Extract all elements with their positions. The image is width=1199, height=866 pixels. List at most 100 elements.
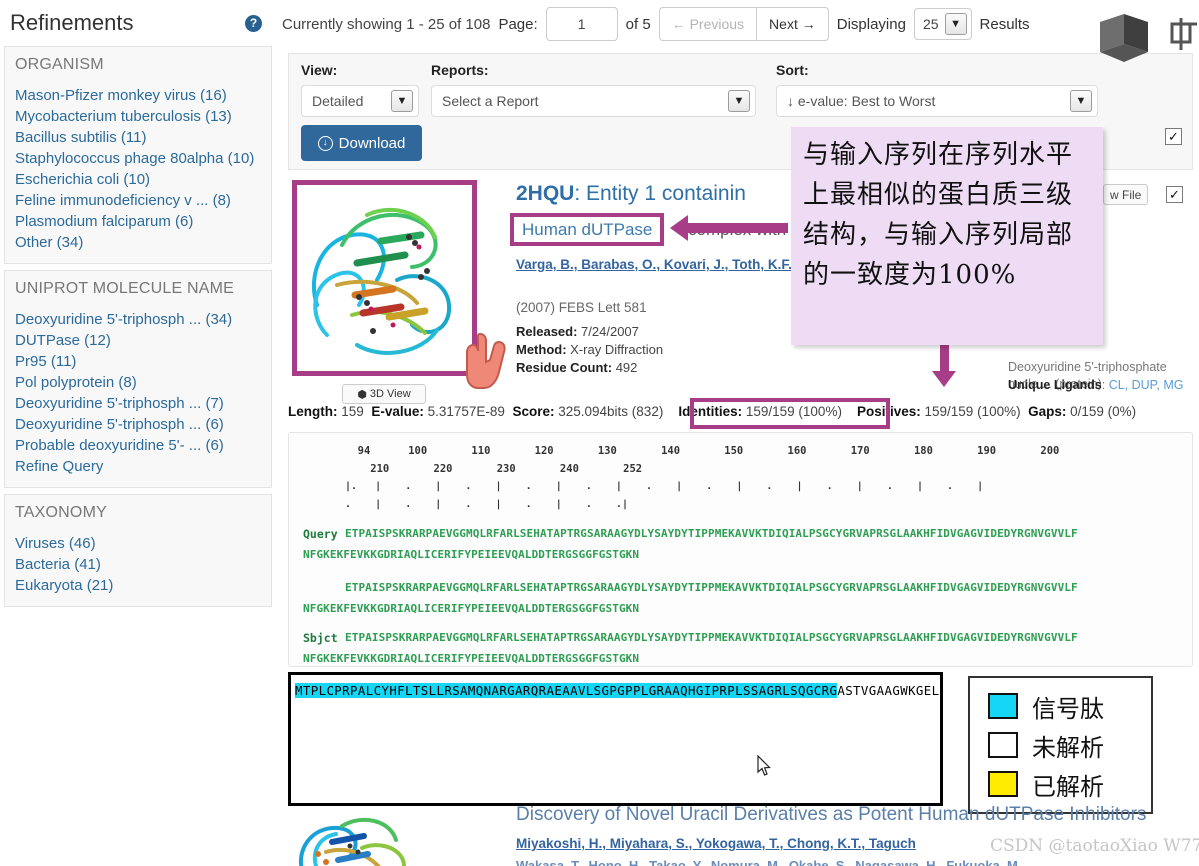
ruler-ticks-top: |. | . | . | . | . | . | . | . | . | . |… (345, 481, 984, 492)
sidebar-item-organism-7[interactable]: Other (34) (15, 232, 261, 253)
method-value: X-ray Diffraction (570, 342, 664, 357)
entry-pdb-id: 2HQU (516, 182, 575, 205)
download-button[interactable]: ↓ Download (301, 125, 422, 161)
view-select[interactable]: Detailed ▼ (301, 85, 419, 117)
entry-title-link[interactable]: 2HQU: Entity 1 containin (516, 182, 746, 206)
next-entry-authors-line2[interactable]: Wakasa, T., Hono, H., Takao, Y., Nomura,… (516, 858, 1021, 866)
released-row: Released: 7/24/2007 (516, 323, 639, 340)
facet-panel-taxonomy: TAXONOMY Viruses (46) Bacteria (41) Euka… (4, 494, 272, 607)
structure-thumbnail-highlight (292, 180, 477, 376)
refinements-sidebar: Refinements ? ORGANISM Mason-Pfizer monk… (0, 0, 276, 866)
page-title: Refinements (10, 10, 134, 35)
legend-row-resolved: 已解析 (988, 767, 1151, 802)
ribbon-diagram-icon (311, 207, 452, 355)
ligand-list[interactable]: CL, DUP, MG (1109, 378, 1184, 392)
sidebar-item-uniprot-0[interactable]: Deoxyuridine 5'-triphosph ... (34) (15, 309, 261, 330)
next-page-button[interactable]: Next → (756, 7, 829, 41)
result-entry-next: Discovery of Novel Uracil Derivatives as… (288, 800, 1199, 866)
chevron-down-icon: ▼ (944, 13, 967, 35)
sidebar-item-organism-5[interactable]: Feline immunodeficiency v ... (8) (15, 190, 261, 211)
identities-highlight-box (690, 398, 890, 429)
page-label: Page: (498, 15, 538, 33)
ruler-ticks-bottom: . | . | . | . | . .| (345, 499, 628, 510)
residue-count-label: Residue Count: (516, 360, 613, 375)
query-label: Query (303, 527, 338, 541)
ruler-numbers-bottom: 210 220 230 240 252 (345, 463, 643, 475)
sidebar-item-organism-4[interactable]: Escherichia coli (10) (15, 169, 261, 190)
sequence-segment-none: ASTVGAAGWKGELPKAGGSPAPGP (837, 683, 940, 698)
residue-count-value: 492 (615, 360, 638, 375)
sidebar-item-uniprot-1[interactable]: DUTPase (12) (15, 330, 261, 351)
results-label: Results (979, 15, 1030, 33)
length-label: Length: (288, 404, 338, 419)
legend-swatch-resolved (988, 771, 1018, 797)
displaying-label: Displaying (836, 15, 906, 33)
chinese-annotation-note: 与输入序列在序列水平上最相似的蛋白质三级结构，与输入序列局部的一致度为100% (791, 127, 1103, 345)
sidebar-item-taxonomy-0[interactable]: Viruses (46) (15, 533, 261, 554)
legend-label-signal-peptide: 信号肽 (1032, 694, 1104, 723)
molecule-name-link[interactable]: Human dUTPase (522, 220, 652, 240)
color-legend: 信号肽 未解析 已解析 (968, 676, 1153, 814)
residue-count-row: Residue Count: 492 (516, 359, 637, 376)
view-control-group: View: Detailed ▼ ↓ Download (301, 62, 431, 161)
cube-icon: ⬢ (357, 388, 367, 401)
full-sequence-highlight-box: MTPLCPRPALCYHFLTSLLRSAMQNARGARQRAEAAVLSG… (288, 672, 943, 806)
next-structure-thumbnail[interactable] (292, 808, 482, 866)
protein-structure-image[interactable] (297, 185, 472, 371)
score-label: Score: (512, 404, 555, 419)
hand-pointer-cursor (466, 332, 506, 389)
sidebar-item-organism-3[interactable]: Staphylococcus phage 80alpha (10) (15, 148, 261, 169)
legend-swatch-unresolved (988, 732, 1018, 758)
sidebar-item-organism-1[interactable]: Mycobacterium tuberculosis (13) (15, 106, 261, 127)
next-entry-title[interactable]: Discovery of Novel Uracil Derivatives as… (516, 804, 1146, 826)
reports-select-value: Select a Report (442, 93, 539, 109)
facet-heading: UNIPROT MOLECULE NAME (15, 280, 235, 297)
midline-sequence-line2: NFGKEKFEVKKGDRIAQLICERIFYPEIEEVQALDDTERG… (303, 602, 640, 615)
select-all-checkbox[interactable]: ✓ (1165, 128, 1182, 145)
chevron-down-icon: ▼ (1070, 90, 1092, 112)
legend-swatch-signal-peptide (988, 693, 1018, 719)
total-pages-label: of 5 (625, 15, 651, 33)
view-3d-button[interactable]: ⬢ 3D View (342, 384, 426, 404)
view-label: View: (301, 62, 338, 78)
positives-value: 159/159 (100%) (924, 404, 1021, 419)
length-value: 159 (341, 404, 364, 419)
facet-heading: ORGANISM (15, 56, 104, 73)
method-row: Method: X-ray Diffraction (516, 341, 663, 358)
next-entry-authors-line1[interactable]: Miyakoshi, H., Miyahara, S., Yokogawa, T… (516, 836, 916, 851)
sidebar-item-organism-0[interactable]: Mason-Pfizer monkey virus (16) (15, 85, 261, 106)
sort-select[interactable]: ↓ e-value: Best to Worst ▼ (776, 85, 1098, 117)
sidebar-item-uniprot-4[interactable]: Deoxyuridine 5'-triphosph ... (7) (15, 393, 261, 414)
watermark-text: CSDN @taotaoXiao W77777 (990, 836, 1199, 856)
sidebar-item-uniprot-5[interactable]: Deoxyuridine 5'-triphosph ... (6) (15, 414, 261, 435)
gaps-label: Gaps: (1028, 404, 1067, 419)
previous-page-button[interactable]: ← Previous (658, 7, 757, 41)
released-value: 7/24/2007 (581, 324, 639, 339)
sidebar-item-taxonomy-2[interactable]: Eukaryota (21) (15, 575, 261, 596)
gaps-value: 0/159 (0%) (1070, 404, 1137, 419)
sidebar-item-taxonomy-1[interactable]: Bacteria (41) (15, 554, 261, 575)
view-file-label: w File (1110, 187, 1142, 202)
sidebar-item-uniprot-3[interactable]: Pol polyprotein (8) (15, 372, 261, 393)
sidebar-item-uniprot-6[interactable]: Probable deoxyuridine 5'- ... (6) (15, 435, 261, 456)
view-file-button[interactable]: w File (1103, 184, 1149, 205)
logo-mark-icon (1170, 18, 1197, 50)
legend-label-resolved: 已解析 (1032, 772, 1104, 801)
page-number-input[interactable]: 1 (545, 7, 618, 41)
unique-ligands-row: Unique Ligands: CL, DUP, MG (1008, 378, 1184, 392)
evalue-value: 5.31757E-89 (427, 404, 505, 419)
mouse-cursor (757, 755, 771, 776)
entry-select-checkbox[interactable]: ✓ (1166, 186, 1183, 203)
refine-query-link[interactable]: Refine Query (15, 456, 261, 477)
question-circle-icon[interactable]: ? (245, 14, 262, 32)
sidebar-item-uniprot-2[interactable]: Pr95 (11) (15, 351, 261, 372)
sidebar-item-organism-6[interactable]: Plasmodium falciparum (6) (15, 211, 261, 232)
download-icon: ↓ (317, 135, 333, 151)
cube-logo-icon (1100, 14, 1148, 62)
facet-heading: TAXONOMY (15, 504, 107, 521)
page-size-select[interactable]: 25 ▼ (913, 8, 972, 40)
reports-label: Reports: (431, 62, 489, 78)
sidebar-item-organism-2[interactable]: Bacillus subtilis (11) (15, 127, 261, 148)
reports-select[interactable]: Select a Report ▼ (431, 85, 756, 117)
legend-row-signal-peptide: 信号肽 (988, 689, 1151, 724)
